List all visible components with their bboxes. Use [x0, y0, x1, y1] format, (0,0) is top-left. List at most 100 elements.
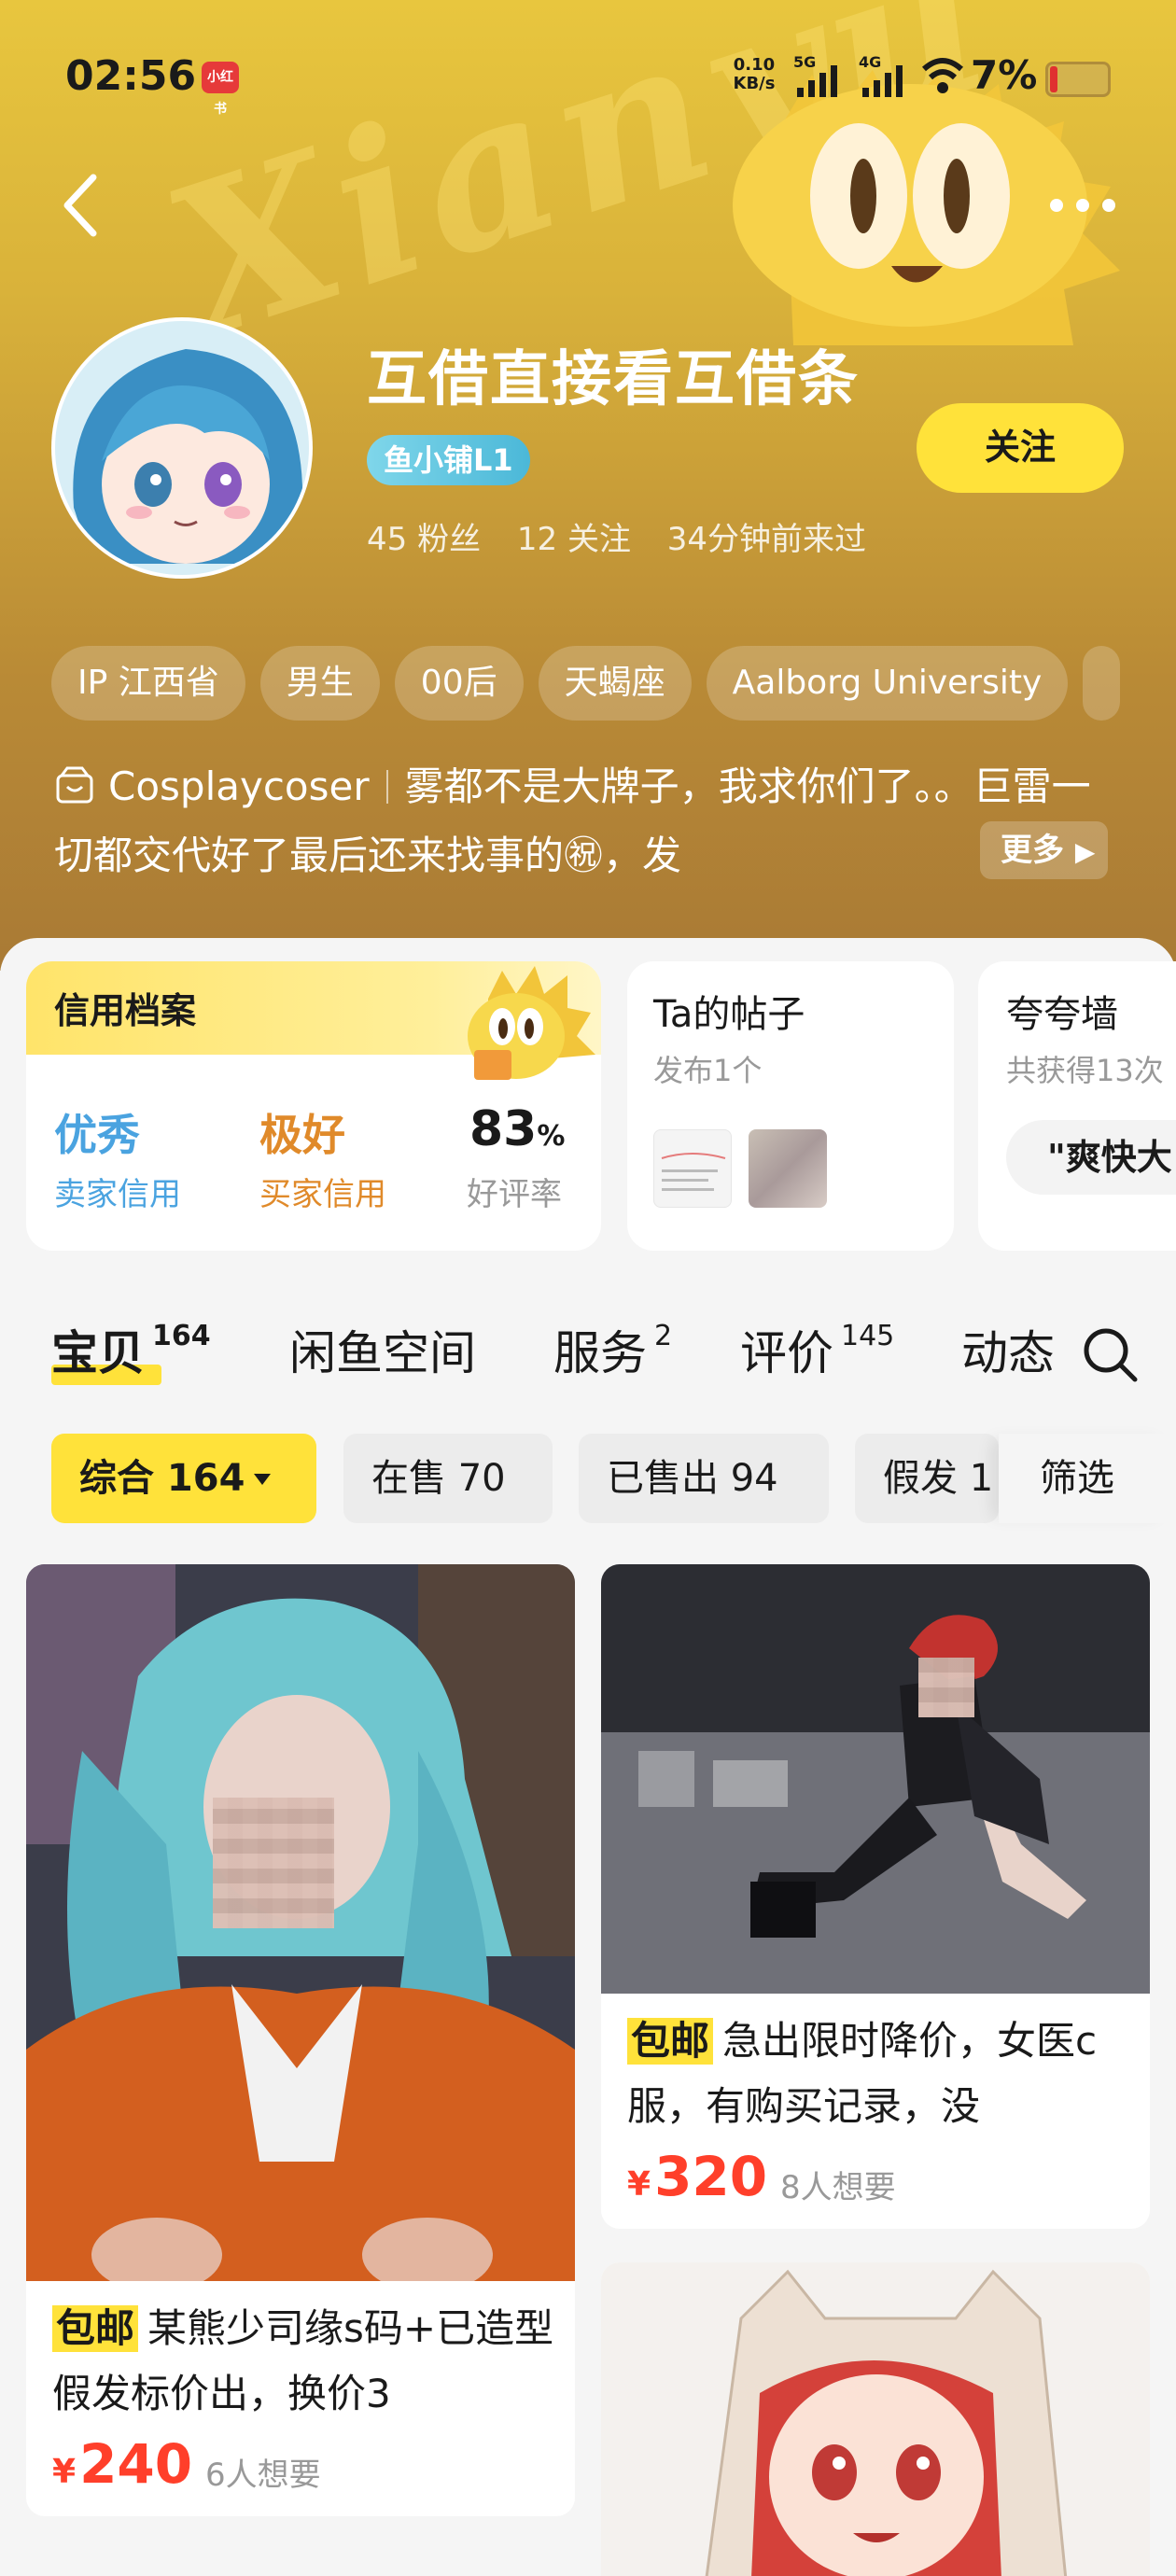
product-card[interactable]: 包邮 某熊少司缘s码+已造型假发标价出，换价3 ¥240 6人想要: [26, 1564, 575, 2516]
currency-symbol: ¥: [627, 2165, 651, 2204]
seller-credit-label: 卖家信用: [54, 1176, 181, 1213]
product-image: [26, 1564, 575, 2281]
avatar[interactable]: [51, 317, 313, 579]
tag-school: Aalborg University: [706, 646, 1069, 721]
tab-services-count: 2: [654, 1320, 673, 1352]
filter-on-sale[interactable]: 在售 70: [343, 1434, 553, 1523]
post-thumbnail-image: [661, 1153, 726, 1191]
product-title: 包邮 某熊少司缘s码+已造型假发标价出，换价3: [52, 2296, 556, 2427]
posts-card-title: Ta的帖子: [653, 993, 805, 1036]
battery-icon: [1045, 62, 1111, 97]
signal-4g-icon: 4G: [859, 53, 903, 97]
tab-space-label: 闲鱼空间: [289, 1326, 476, 1380]
tab-items[interactable]: 宝贝 164: [51, 1316, 211, 1383]
clock: 02:56: [65, 52, 197, 100]
shop-name: 互借直接看互借条: [367, 345, 860, 414]
praise-chip: "爽快大: [1006, 1120, 1176, 1195]
last-seen: 34分钟前来过: [666, 521, 867, 558]
bio-separator: [385, 770, 388, 804]
notification-app-icon: 小红书: [202, 62, 239, 117]
tab-moments-label: 动态: [961, 1326, 1055, 1380]
tag-overflow: [1083, 646, 1121, 721]
want-count: 6人想要: [205, 2457, 321, 2494]
signal-5g-icon: 5G: [793, 53, 837, 97]
buyer-credit-rating: 极好: [259, 1110, 345, 1160]
tab-items-label: 宝贝: [51, 1326, 145, 1380]
praise-wall-card[interactable]: 夸夸墙 共获得13次 "爽快大: [978, 961, 1176, 1251]
bio-category: Cosplaycoser: [108, 763, 370, 809]
tab-moments[interactable]: 动态: [961, 1316, 1055, 1383]
good-rate-label: 好评率: [467, 1176, 562, 1213]
tag-gender: 男生: [259, 646, 380, 721]
profile-stats: 45 粉丝 12 关注 34分钟前来过: [367, 513, 892, 559]
notification-app-label: 小红书: [207, 70, 233, 117]
following-count[interactable]: 12 关注: [517, 521, 631, 558]
filter-screen-button[interactable]: 筛选: [999, 1434, 1176, 1523]
product-price: ¥320: [627, 2145, 767, 2208]
product-photo-cosplay-2: [601, 1564, 1150, 1994]
seller-credit-rating: 优秀: [54, 1110, 140, 1160]
posts-card-subtitle: 发布1个: [653, 1053, 763, 1088]
praise-card-subtitle: 共获得13次: [1006, 1053, 1164, 1088]
currency-symbol: ¥: [52, 2453, 77, 2491]
product-title: 包邮 急出限时降价，女医c服，有购买记录，没: [627, 2009, 1131, 2139]
status-bar: 02:56 小红书 0.10 KB/s 5G 4G 7%: [0, 0, 1176, 149]
good-rate-value: 83%: [469, 1101, 565, 1157]
tab-services[interactable]: 服务 2: [553, 1316, 672, 1383]
product-card[interactable]: 包邮 急出限时降价，女医c服，有购买记录，没 ¥320 8人想要: [601, 1564, 1150, 2229]
tab-reviews-count: 145: [841, 1320, 895, 1352]
chevron-right-icon: ▶: [1074, 836, 1096, 867]
tag-zodiac: 天蝎座: [538, 646, 692, 721]
signal-5g-label: 5G: [793, 53, 816, 71]
battery-percent: 7%: [971, 52, 1038, 98]
more-options-icon[interactable]: [1045, 187, 1120, 224]
filter-all[interactable]: 综合 164: [51, 1434, 316, 1523]
network-speed-value: 0.10: [733, 55, 776, 75]
free-shipping-badge: 包邮: [52, 2305, 139, 2352]
buyer-credit-label: 买家信用: [259, 1176, 386, 1213]
face-mosaic: [918, 1658, 974, 1717]
filter-all-label: 综合 164: [79, 1457, 245, 1500]
fans-count[interactable]: 45 粉丝: [367, 521, 481, 558]
back-arrow-icon[interactable]: [56, 168, 112, 243]
profile-tags: IP 江西省 男生 00后 天蝎座 Aalborg University: [51, 646, 1121, 721]
bio-more-label: 更多: [1001, 832, 1064, 869]
search-icon[interactable]: [1081, 1325, 1139, 1383]
post-thumbnail: [653, 1129, 732, 1208]
tag-ip-location: IP 江西省: [51, 646, 245, 721]
tab-reviews[interactable]: 评价 145: [740, 1316, 894, 1383]
store-category-icon: [56, 766, 93, 804]
post-thumbnail: [749, 1129, 827, 1208]
follow-button[interactable]: 关注: [917, 403, 1124, 493]
bio-more-button[interactable]: 更多 ▶: [980, 821, 1109, 879]
good-rate-number: 83: [469, 1101, 538, 1157]
product-price: ¥240: [52, 2432, 192, 2496]
tab-items-count: 164: [152, 1320, 211, 1352]
network-speed: 0.10 KB/s: [730, 56, 778, 93]
network-speed-unit: KB/s: [733, 74, 776, 93]
mascot-icon: [468, 966, 595, 1080]
product-image: [601, 2262, 1150, 2576]
signal-4g-label: 4G: [859, 53, 881, 71]
shop-level-badge[interactable]: 鱼小铺L1: [367, 435, 530, 485]
filter-sold[interactable]: 已售出 94: [579, 1434, 829, 1523]
free-shipping-badge: 包邮: [627, 2018, 714, 2065]
product-price-value: 240: [79, 2432, 193, 2496]
caret-down-icon: [254, 1474, 272, 1485]
good-rate-unit: %: [537, 1120, 566, 1153]
product-price-value: 320: [654, 2145, 768, 2208]
face-mosaic: [213, 1798, 334, 1928]
want-count: 8人想要: [780, 2169, 896, 2206]
product-card[interactable]: [601, 2262, 1150, 2576]
credit-profile-card[interactable]: 信用档案 优秀 卖家信用 极好 买家信用 83% 好评率: [26, 961, 601, 1251]
filter-wig[interactable]: 假发 1: [855, 1434, 999, 1523]
posts-card[interactable]: Ta的帖子 发布1个: [627, 961, 954, 1251]
credit-card-title: 信用档案: [54, 990, 197, 1031]
tab-space[interactable]: 闲鱼空间: [289, 1316, 476, 1383]
product-image: [601, 1564, 1150, 1994]
avatar-image: [55, 321, 309, 575]
tab-services-label: 服务: [553, 1326, 647, 1380]
tag-age-group: 00后: [394, 646, 524, 721]
tab-reviews-label: 评价: [740, 1326, 833, 1380]
bio: Cosplaycoser 雾都不是大牌子，我求你们了。。巨雷一切都交代好了最后还来…: [54, 752, 1127, 890]
